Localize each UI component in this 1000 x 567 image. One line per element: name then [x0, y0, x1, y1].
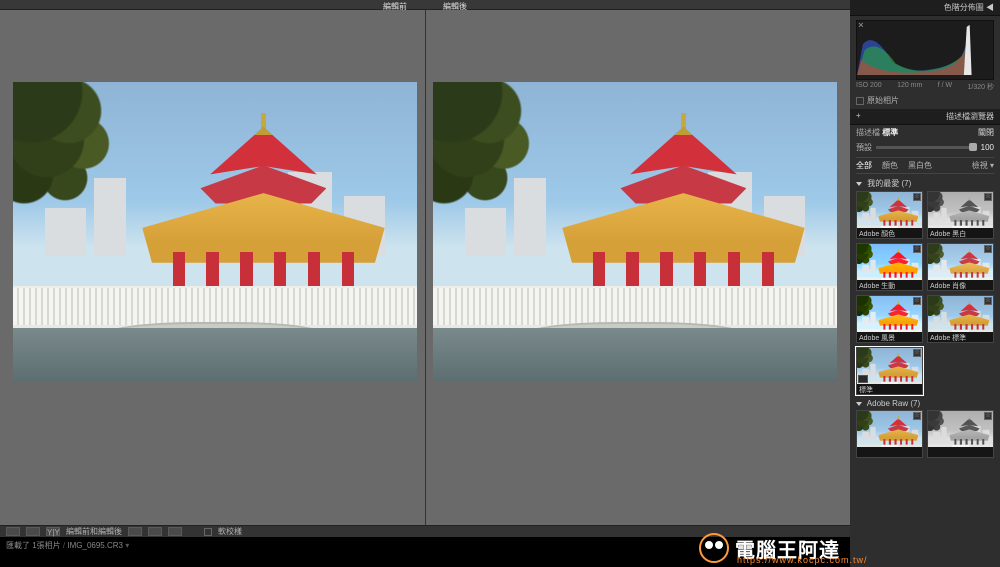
favorite-star-icon[interactable]: ☆ [913, 412, 921, 420]
copy-after-button[interactable] [168, 527, 182, 536]
status-prefix: 匯載了 [6, 541, 30, 550]
watermark-face-icon [699, 533, 729, 563]
disclosure-triangle-icon[interactable] [856, 182, 862, 186]
app-root: 編輯前 編輯後 [0, 0, 1000, 567]
favorite-star-icon[interactable]: ☆ [913, 245, 921, 253]
filter-all[interactable]: 全部 [856, 160, 872, 171]
profiles-scroll[interactable]: 我的最愛 (7) ☆ Adobe 顏色 ☆ Adobe 黑白 ☆ Adobe 生動 ☆ Ado… [850, 176, 1000, 567]
camera-badge-icon [858, 375, 868, 383]
amount-value: 100 [981, 143, 994, 152]
favorites-header[interactable]: 我的最愛 (7) [867, 179, 911, 188]
filter-bw[interactable]: 黑白色 [908, 160, 932, 171]
profile-preset[interactable]: ☆ Adobe 黑白 [927, 191, 994, 239]
preset-label: Adobe 黑白 [928, 228, 993, 238]
current-filename: IMG_0695.CR3 [67, 541, 123, 550]
soft-proof-label: 軟校樣 [218, 526, 242, 537]
after-label: 編輯後 [443, 0, 467, 9]
close-browser-button[interactable]: 關閉 [978, 127, 994, 138]
split-divider[interactable] [425, 10, 426, 525]
adobe-raw-grid: ☆☆ [856, 410, 994, 458]
after-panel[interactable] [428, 82, 842, 515]
add-profile-button[interactable]: + [856, 111, 861, 122]
favorite-star-icon[interactable]: ☆ [984, 193, 992, 201]
histogram-header[interactable]: 色階分佈圖 ◀ [850, 0, 1000, 16]
favorite-star-icon[interactable]: ☆ [984, 245, 992, 253]
profile-preset[interactable]: ☆ 標準 [856, 347, 923, 395]
profile-preset[interactable]: ☆ Adobe 標準 [927, 295, 994, 343]
view-mode-button-2[interactable] [26, 527, 40, 536]
profile-value: 標準 [882, 128, 898, 137]
histogram[interactable] [856, 20, 994, 80]
preset-label: Adobe 肖像 [928, 280, 993, 290]
original-photo-checkbox[interactable] [856, 97, 864, 105]
favorite-star-icon[interactable]: ☆ [913, 193, 921, 201]
exif-row: ISO 200 120 mm f / W 1/320 秒 [856, 82, 994, 92]
preset-label [857, 447, 922, 457]
before-photo [13, 82, 417, 382]
exif-aperture: f / W [938, 82, 952, 92]
right-panel: 色階分佈圖 ◀ ISO 200 120 mm f / W 1/320 秒 原始相… [850, 0, 1000, 567]
favorite-star-icon[interactable]: ☆ [913, 349, 921, 357]
view-mode-button-1[interactable] [6, 527, 20, 536]
filter-color[interactable]: 顏色 [882, 160, 898, 171]
filter-view-menu[interactable]: 檢視 ▾ [972, 160, 994, 171]
profile-preset[interactable]: ☆ Adobe 肖像 [927, 243, 994, 291]
adobe-raw-header[interactable]: Adobe Raw (7) [867, 399, 920, 408]
profile-key: 描述檔 [856, 128, 880, 137]
preset-label: Adobe 生動 [857, 280, 922, 290]
favorite-star-icon[interactable]: ☆ [984, 297, 992, 305]
soft-proof-checkbox[interactable] [204, 528, 212, 536]
before-panel[interactable] [8, 82, 422, 515]
exif-focal: 120 mm [897, 82, 922, 92]
favorites-grid: ☆ Adobe 顏色 ☆ Adobe 黑白 ☆ Adobe 生動 ☆ Adobe 肖像 ☆ Ado… [856, 191, 994, 395]
preset-label: Adobe 顏色 [857, 228, 922, 238]
status-count: 1張相片 [32, 541, 60, 550]
profile-filter-row: 全部 顏色 黑白色 檢視 ▾ [856, 157, 994, 174]
main-area: 編輯前 編輯後 [0, 0, 850, 567]
exif-iso: ISO 200 [856, 82, 882, 92]
amount-label: 預設 [856, 142, 872, 153]
profile-preset[interactable]: ☆ Adobe 顏色 [856, 191, 923, 239]
copy-before-button[interactable] [148, 527, 162, 536]
compare-header: 編輯前 編輯後 [0, 0, 850, 10]
compare-view[interactable] [0, 10, 850, 525]
preset-label [928, 447, 993, 457]
profile-browser-title: 描述檔瀏覽器 [946, 111, 994, 122]
view-mode-button-3[interactable]: Y|Y [46, 527, 60, 536]
profile-preset[interactable]: ☆ [927, 410, 994, 458]
preset-label: Adobe 標準 [928, 332, 993, 342]
profile-preset[interactable]: ☆ [856, 410, 923, 458]
favorite-star-icon[interactable]: ☆ [913, 297, 921, 305]
watermark: 電腦王阿達 https://www.kocpc.com.tw/ [699, 533, 840, 563]
profile-preset[interactable]: ☆ Adobe 生動 [856, 243, 923, 291]
original-photo-label: 原始相片 [867, 95, 899, 106]
amount-slider[interactable] [876, 146, 977, 149]
preset-label: Adobe 風景 [857, 332, 922, 342]
exif-shutter: 1/320 秒 [968, 82, 994, 92]
favorite-star-icon[interactable]: ☆ [984, 412, 992, 420]
preset-label: 標準 [857, 384, 922, 394]
after-photo [433, 82, 837, 382]
profile-preset[interactable]: ☆ Adobe 風景 [856, 295, 923, 343]
disclosure-triangle-icon[interactable] [856, 402, 862, 406]
swap-button[interactable] [128, 527, 142, 536]
before-label: 編輯前 [383, 0, 407, 9]
watermark-url: https://www.kocpc.com.tw/ [737, 555, 868, 565]
before-after-label: 編輯前和編輯後 [66, 526, 122, 537]
